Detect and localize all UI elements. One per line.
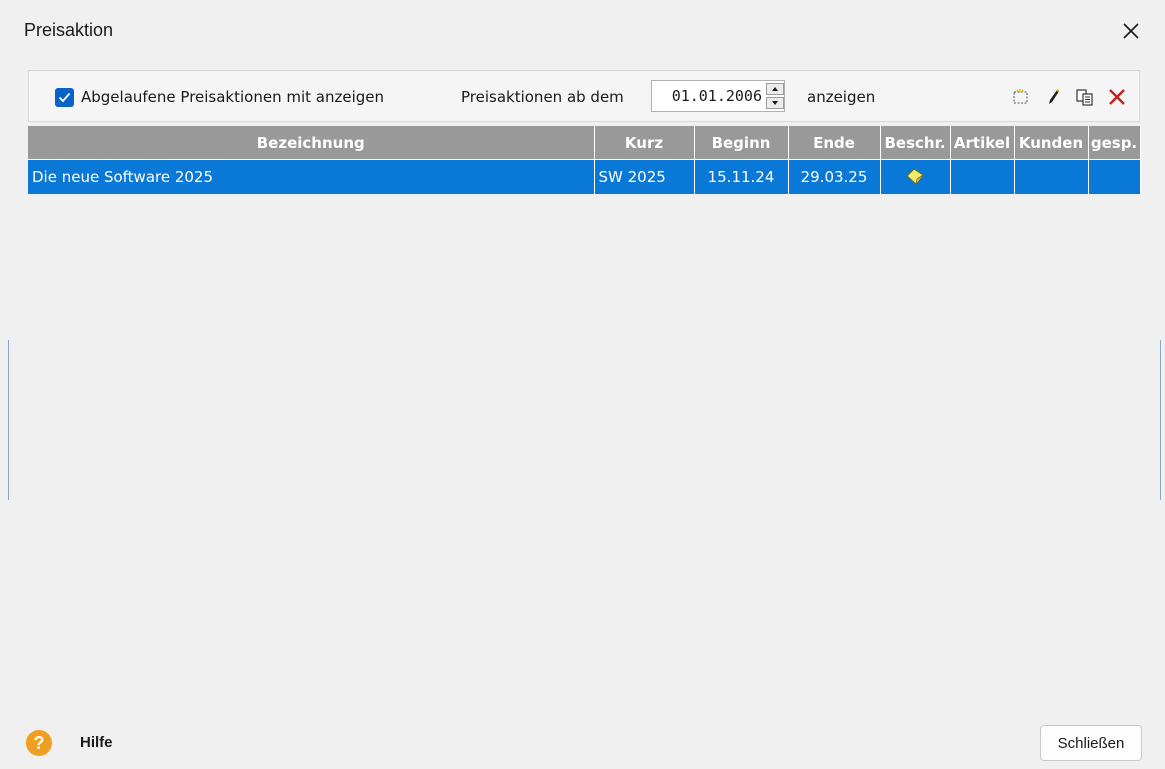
filter-toolbar: Abgelaufene Preisaktionen mit anzeigen P…	[28, 70, 1140, 122]
column-header-bezeichnung[interactable]: Bezeichnung	[28, 126, 595, 160]
column-header-gesp[interactable]: gesp.	[1088, 126, 1141, 160]
date-input[interactable]	[652, 81, 764, 111]
cell-artikel[interactable]	[950, 159, 1015, 194]
date-spinner	[766, 83, 784, 109]
column-header-kurz[interactable]: Kurz	[594, 126, 695, 160]
cell-ende[interactable]: 29.03.25	[788, 159, 881, 194]
copy-icon[interactable]	[1075, 87, 1095, 107]
date-filter-suffix: anzeigen	[807, 88, 876, 106]
delete-icon[interactable]	[1107, 87, 1127, 107]
note-icon	[904, 168, 926, 186]
preisaktion-table: Bezeichnung Kurz Beginn Ende Beschr. Art…	[28, 126, 1141, 196]
show-expired-label[interactable]: Abgelaufene Preisaktionen mit anzeigen	[81, 88, 384, 106]
column-header-artikel[interactable]: Artikel	[950, 126, 1015, 160]
new-icon[interactable]	[1011, 87, 1031, 107]
date-field	[651, 80, 785, 112]
cell-kunden[interactable]	[1014, 159, 1089, 194]
close-button[interactable]: Schließen	[1040, 725, 1142, 761]
right-edge-marker	[1160, 340, 1161, 500]
close-icon[interactable]	[1120, 20, 1142, 42]
column-header-ende[interactable]: Ende	[788, 126, 881, 160]
spin-up-icon[interactable]	[766, 83, 784, 95]
column-header-kunden[interactable]: Kunden	[1014, 126, 1089, 160]
table-header: Bezeichnung Kurz Beginn Ende Beschr. Art…	[28, 126, 1141, 160]
table-row[interactable]: Die neue Software 2025 SW 2025 15.11.24 …	[28, 159, 1141, 194]
show-expired-checkbox[interactable]	[55, 88, 74, 107]
cell-gesp[interactable]	[1088, 159, 1141, 194]
column-header-beschr[interactable]: Beschr.	[880, 126, 951, 160]
cell-beschr[interactable]	[880, 159, 951, 194]
help-icon[interactable]: ?	[26, 730, 52, 756]
window-title: Preisaktion	[24, 20, 114, 40]
column-header-beginn[interactable]: Beginn	[694, 126, 789, 160]
date-filter-label: Preisaktionen ab dem	[461, 88, 624, 106]
edit-icon[interactable]	[1043, 87, 1063, 107]
cell-beginn[interactable]: 15.11.24	[694, 159, 789, 194]
title-bar: Preisaktion	[10, 0, 1158, 62]
cell-bezeichnung[interactable]: Die neue Software 2025	[28, 159, 595, 194]
help-link[interactable]: Hilfe	[80, 734, 113, 751]
spin-down-icon[interactable]	[766, 97, 784, 109]
cell-kurz[interactable]: SW 2025	[594, 159, 695, 194]
preisaktion-dialog: Preisaktion Abgelaufene Preisaktionen mi…	[10, 0, 1158, 769]
left-edge-marker	[8, 340, 9, 500]
